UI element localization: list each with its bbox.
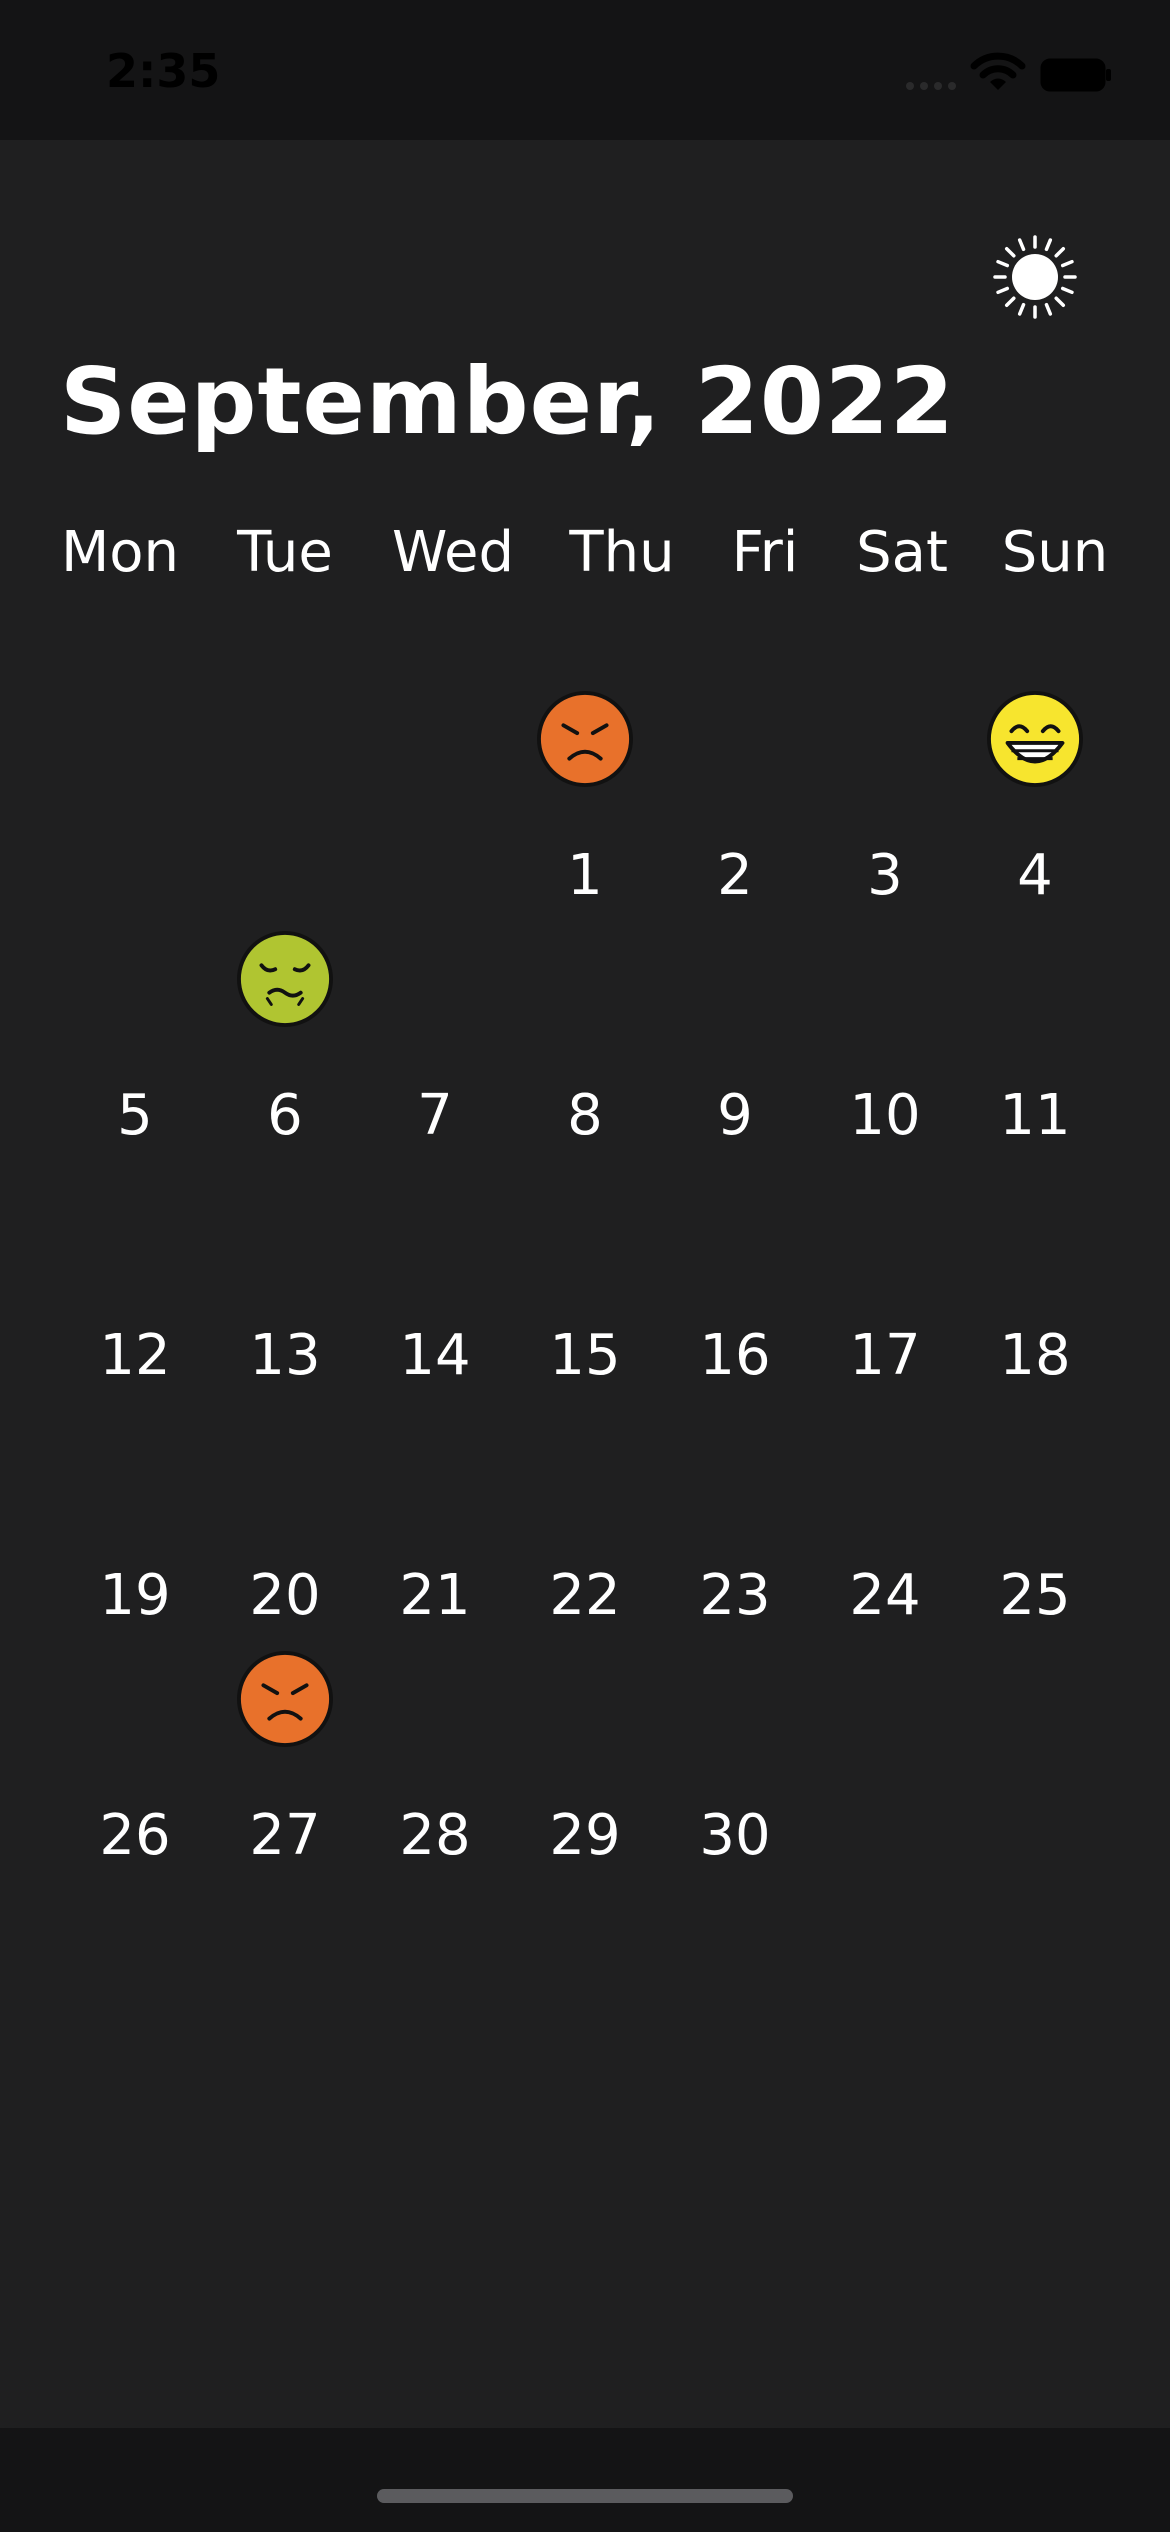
day-number: 8 xyxy=(567,1083,603,1148)
day-cell-25[interactable]: 25 xyxy=(960,1404,1110,1634)
mood-angry-icon xyxy=(536,690,634,788)
day-number: 17 xyxy=(849,1323,921,1388)
day-number: 5 xyxy=(117,1083,153,1148)
day-number: 30 xyxy=(699,1803,771,1868)
day-number: 18 xyxy=(999,1323,1071,1388)
day-cell-10[interactable]: 10 xyxy=(810,924,960,1154)
day-cell-28[interactable]: 28 xyxy=(360,1644,510,1874)
mood-nauseated-icon xyxy=(236,930,334,1028)
sun-icon xyxy=(993,235,1077,319)
day-number: 4 xyxy=(1017,843,1053,908)
month-title: September, 2022 xyxy=(60,348,955,455)
day-cell-29[interactable]: 29 xyxy=(510,1644,660,1874)
weekday-wed: Wed xyxy=(391,520,515,585)
day-number: 24 xyxy=(849,1563,921,1628)
day-cell-21[interactable]: 21 xyxy=(360,1404,510,1634)
day-cell-27[interactable]: 27 xyxy=(210,1644,360,1874)
day-cell-24[interactable]: 24 xyxy=(810,1404,960,1634)
day-number: 21 xyxy=(399,1563,471,1628)
day-cell-3[interactable]: 3 xyxy=(810,684,960,914)
day-cell-16[interactable]: 16 xyxy=(660,1164,810,1394)
day-number: 15 xyxy=(549,1323,621,1388)
day-cell-15[interactable]: 15 xyxy=(510,1164,660,1394)
day-number: 25 xyxy=(999,1563,1071,1628)
day-cell-30[interactable]: 30 xyxy=(660,1644,810,1874)
day-number: 23 xyxy=(699,1563,771,1628)
wifi-icon xyxy=(970,52,1026,90)
day-cell-19[interactable]: 19 xyxy=(60,1404,210,1634)
day-number: 12 xyxy=(99,1323,171,1388)
day-cell-12[interactable]: 12 xyxy=(60,1164,210,1394)
status-bar: 2:35 xyxy=(0,0,1170,140)
weekday-sat: Sat xyxy=(856,520,948,585)
day-cell-8[interactable]: 8 xyxy=(510,924,660,1154)
day-cell-2[interactable]: 2 xyxy=(660,684,810,914)
day-cell-9[interactable]: 9 xyxy=(660,924,810,1154)
battery-icon xyxy=(1040,58,1111,92)
day-cell-11[interactable]: 11 xyxy=(960,924,1110,1154)
day-cell-20[interactable]: 20 xyxy=(210,1404,360,1634)
day-cell-14[interactable]: 14 xyxy=(360,1164,510,1394)
day-number: 11 xyxy=(999,1083,1071,1148)
day-cell-1[interactable]: 1 xyxy=(510,684,660,914)
day-cell-18[interactable]: 18 xyxy=(960,1164,1110,1394)
day-number: 14 xyxy=(399,1323,471,1388)
calendar-screen: 2:35 September, 2022 Mon Tue Wed Thu Fri Sat S… xyxy=(0,0,1170,2532)
cellular-signal-icon xyxy=(906,82,956,90)
day-number: 28 xyxy=(399,1803,471,1868)
day-cell-5[interactable]: 5 xyxy=(60,924,210,1154)
mood-grinning-icon xyxy=(986,690,1084,788)
day-number: 13 xyxy=(249,1323,321,1388)
mood-angry-icon xyxy=(236,1650,334,1748)
home-indicator[interactable] xyxy=(377,2489,793,2503)
day-number: 7 xyxy=(417,1083,453,1148)
home-bar-area xyxy=(0,2428,1170,2532)
weekday-tue: Tue xyxy=(237,520,333,585)
weekday-mon: Mon xyxy=(60,520,180,585)
weekday-sun: Sun xyxy=(1001,520,1109,585)
day-number: 3 xyxy=(867,843,903,908)
weekday-thu: Thu xyxy=(569,520,675,585)
day-cell-23[interactable]: 23 xyxy=(660,1404,810,1634)
theme-toggle-button[interactable] xyxy=(990,232,1080,322)
day-number: 2 xyxy=(717,843,753,908)
day-number: 1 xyxy=(567,843,603,908)
day-number: 16 xyxy=(699,1323,771,1388)
day-cell-4[interactable]: 4 xyxy=(960,684,1110,914)
status-time: 2:35 xyxy=(106,44,221,98)
day-number: 19 xyxy=(99,1563,171,1628)
day-cell-13[interactable]: 13 xyxy=(210,1164,360,1394)
day-number: 22 xyxy=(549,1563,621,1628)
day-number: 20 xyxy=(249,1563,321,1628)
day-number: 27 xyxy=(249,1803,321,1868)
day-number: 6 xyxy=(267,1083,303,1148)
day-number: 9 xyxy=(717,1083,753,1148)
day-cell-7[interactable]: 7 xyxy=(360,924,510,1154)
day-cell-22[interactable]: 22 xyxy=(510,1404,660,1634)
day-cell-17[interactable]: 17 xyxy=(810,1164,960,1394)
weekday-fri: Fri xyxy=(731,520,799,585)
day-number: 26 xyxy=(99,1803,171,1868)
day-cell-26[interactable]: 26 xyxy=(60,1644,210,1874)
day-cell-6[interactable]: 6 xyxy=(210,924,360,1154)
day-number: 10 xyxy=(849,1083,921,1148)
day-number: 29 xyxy=(549,1803,621,1868)
